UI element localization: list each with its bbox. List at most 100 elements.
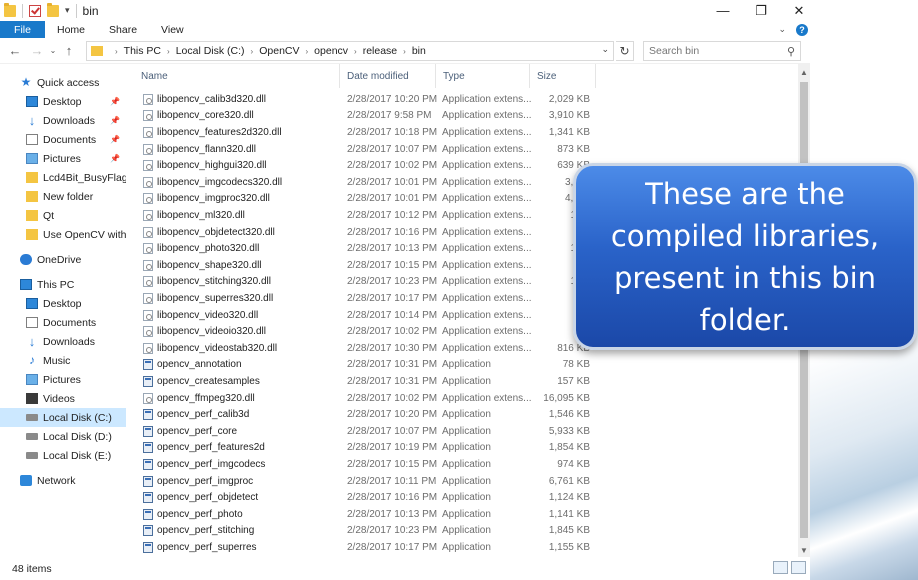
table-row[interactable]: opencv_perf_superres 2/28/2017 10:17 PM Ap… — [134, 539, 798, 556]
file-type: Application — [442, 442, 491, 454]
sidebar-item[interactable]: Local Disk (C:) — [0, 408, 126, 427]
maximize-button[interactable]: ❐ — [742, 0, 780, 21]
sidebar-item[interactable]: Use OpenCV with Q — [0, 225, 126, 244]
breadcrumb-release[interactable]: release — [363, 45, 397, 57]
sidebar-item[interactable]: Documents — [0, 313, 126, 332]
refresh-button[interactable]: ↻ — [616, 41, 634, 61]
table-row[interactable]: opencv_ffmpeg320.dll 2/28/2017 10:02 PM Ap… — [134, 390, 798, 407]
scroll-down-arrow-icon[interactable]: ▼ — [798, 546, 810, 555]
table-row[interactable]: opencv_perf_features2d 2/28/2017 10:19 PM… — [134, 440, 798, 457]
sidebar-item[interactable]: ★ Quick access — [0, 73, 126, 92]
file-type: Application extens... — [442, 259, 532, 271]
file-size: 974 KB — [557, 458, 590, 470]
breadcrumb-opencv-sub[interactable]: opencv — [314, 45, 348, 57]
breadcrumb-chevron-icon[interactable]: › — [354, 47, 357, 56]
sidebar-item-label: Downloads — [43, 335, 95, 348]
up-arrow-icon[interactable]: ↑ — [58, 43, 80, 58]
application-icon — [143, 375, 153, 387]
tab-view[interactable]: View — [149, 21, 196, 38]
sidebar-item[interactable]: New folder — [0, 187, 126, 206]
breadcrumb-local-disk-c[interactable]: Local Disk (C:) — [176, 45, 245, 57]
sidebar-item[interactable]: Pictures — [0, 370, 126, 389]
sidebar-item[interactable]: Local Disk (E:) — [0, 446, 126, 465]
table-row[interactable]: opencv_annotation 2/28/2017 10:31 PM Appli… — [134, 357, 798, 374]
breadcrumb-chevron-icon[interactable]: › — [115, 47, 118, 56]
breadcrumb-chevron-icon[interactable]: › — [167, 47, 170, 56]
back-arrow-icon[interactable]: ← — [4, 43, 26, 58]
quick-access-toolbar: ▾ — [0, 0, 77, 21]
breadcrumb-chevron-icon[interactable]: › — [306, 47, 309, 56]
file-size: 16,095 KB — [543, 392, 590, 404]
table-row[interactable]: opencv_perf_imgcodecs 2/28/2017 10:15 PM A… — [134, 456, 798, 473]
sidebar-item[interactable]: ↓ Downloads — [0, 332, 126, 351]
sidebar-item[interactable]: Qt — [0, 206, 126, 225]
dll-file-icon — [143, 342, 153, 354]
table-row[interactable]: opencv_perf_imgproc 2/28/2017 10:11 PM App… — [134, 473, 798, 490]
table-row[interactable]: libopencv_flann320.dll 2/28/2017 10:07 PM… — [134, 141, 798, 158]
table-row[interactable]: libopencv_features2d320.dll 2/28/2017 10:… — [134, 124, 798, 141]
search-input[interactable] — [649, 45, 779, 57]
column-header-date[interactable]: Date modified — [340, 64, 436, 88]
sidebar-item-label: Videos — [43, 392, 75, 405]
forward-arrow-icon[interactable]: → — [26, 43, 48, 58]
address-dropdown-chevron-icon[interactable]: ⌄ — [601, 44, 609, 55]
search-box[interactable]: ⚲ — [643, 41, 801, 61]
table-row[interactable]: opencv_perf_stitching 2/28/2017 10:23 PM A… — [134, 523, 798, 540]
breadcrumb-this-pc[interactable]: This PC — [124, 45, 161, 57]
sidebar-item[interactable]: Desktop 📌 — [0, 92, 126, 111]
file-name: opencv_perf_imgcodecs — [157, 458, 266, 470]
properties-icon[interactable] — [29, 4, 41, 17]
dll-file-icon — [143, 209, 153, 221]
file-date-modified: 2/28/2017 10:02 PM — [347, 326, 438, 338]
file-name: libopencv_ml320.dll — [157, 209, 245, 221]
file-type: Application extens... — [442, 143, 532, 155]
table-row[interactable]: opencv_perf_photo 2/28/2017 10:13 PM Appli… — [134, 506, 798, 523]
scroll-up-arrow-icon[interactable]: ▲ — [798, 68, 810, 77]
new-folder-icon[interactable] — [47, 2, 59, 17]
close-button[interactable]: ✕ — [780, 0, 818, 21]
sidebar-item[interactable]: ♪ Music — [0, 351, 126, 370]
tab-file[interactable]: File — [0, 21, 45, 38]
sidebar-item[interactable]: Desktop — [0, 294, 126, 313]
sidebar-item-label: Local Disk (C:) — [43, 411, 112, 424]
breadcrumb-bin[interactable]: bin — [412, 45, 426, 57]
table-row[interactable]: opencv_perf_core 2/28/2017 10:07 PM Applic… — [134, 423, 798, 440]
sidebar-item[interactable]: Documents 📌 — [0, 130, 126, 149]
sidebar-item[interactable]: Pictures 📌 — [0, 149, 126, 168]
file-size: 1,141 KB — [548, 508, 590, 520]
sidebar-item[interactable]: OneDrive — [0, 250, 126, 269]
minimize-button[interactable]: — — [704, 0, 742, 21]
window-title: bin — [82, 3, 99, 18]
table-row[interactable]: opencv_perf_objdetect 2/28/2017 10:16 PM A… — [134, 489, 798, 506]
sidebar-item[interactable]: This PC — [0, 275, 126, 294]
tab-home[interactable]: Home — [45, 21, 97, 38]
column-header-type[interactable]: Type — [436, 64, 530, 88]
help-icon[interactable]: ? — [796, 23, 808, 36]
table-row[interactable]: libopencv_calib3d320.dll 2/28/2017 10:20 … — [134, 91, 798, 108]
breadcrumb-opencv[interactable]: OpenCV — [259, 45, 299, 57]
details-view-icon[interactable] — [773, 561, 788, 574]
recent-locations-chevron-icon[interactable]: ⌄ — [48, 46, 58, 55]
file-type: Application extens... — [442, 193, 532, 205]
expand-ribbon-chevron-icon[interactable]: ⌄ — [778, 24, 786, 35]
sidebar-item[interactable]: ↓ Downloads 📌 — [0, 111, 126, 130]
sidebar-item[interactable]: Local Disk (D:) — [0, 427, 126, 446]
file-name: libopencv_superres320.dll — [157, 292, 274, 304]
breadcrumb-chevron-icon[interactable]: › — [251, 47, 254, 56]
large-icons-view-icon[interactable] — [791, 561, 806, 574]
sidebar-item[interactable]: Lcd4Bit_BusyFlag — [0, 168, 126, 187]
sidebar-item[interactable]: Videos — [0, 389, 126, 408]
address-bar[interactable]: › This PC › Local Disk (C:) › OpenCV › open… — [86, 41, 614, 61]
sidebar-item[interactable]: Network — [0, 471, 126, 490]
table-row[interactable]: opencv_createsamples 2/28/2017 10:31 PM Ap… — [134, 373, 798, 390]
breadcrumb-chevron-icon[interactable]: › — [403, 47, 406, 56]
file-size: 1,155 KB — [548, 541, 590, 553]
tab-share[interactable]: Share — [97, 21, 149, 38]
file-size: 1,546 KB — [548, 409, 590, 421]
column-header-name[interactable]: Name ^ — [134, 64, 340, 88]
column-header-size[interactable]: Size — [530, 64, 596, 88]
customize-toolbar-chevron-icon[interactable]: ▾ — [65, 5, 70, 16]
table-row[interactable]: libopencv_core320.dll 2/28/2017 9:58 PM Ap… — [134, 108, 798, 125]
application-icon — [143, 475, 153, 487]
table-row[interactable]: opencv_perf_calib3d 2/28/2017 10:20 PM App… — [134, 406, 798, 423]
